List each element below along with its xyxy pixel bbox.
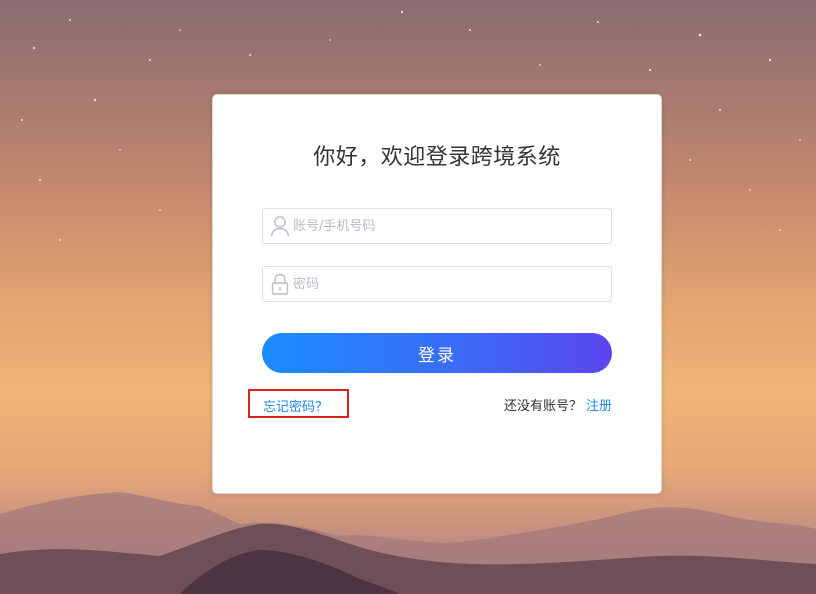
register-row: 还没有账号？ 注册	[504, 395, 612, 414]
user-icon	[269, 214, 291, 238]
login-card: 你好，欢迎登录跨境系统 登录 忘记密码？ 还没有账号？ 注册	[212, 94, 662, 494]
lock-icon	[269, 272, 291, 296]
password-field[interactable]	[262, 266, 612, 302]
page-title: 你好，欢迎登录跨境系统	[313, 145, 561, 170]
password-input[interactable]	[293, 267, 603, 301]
mountain-silhouette	[0, 492, 816, 594]
register-link[interactable]: 注册	[586, 399, 612, 414]
login-button[interactable]: 登录	[262, 333, 612, 373]
forgot-password-highlight: 忘记密码？	[248, 389, 349, 418]
account-field[interactable]	[262, 208, 612, 244]
no-account-text: 还没有账号？	[503, 399, 582, 414]
forgot-password-link[interactable]: 忘记密码？	[263, 396, 328, 415]
account-input[interactable]	[293, 209, 603, 243]
